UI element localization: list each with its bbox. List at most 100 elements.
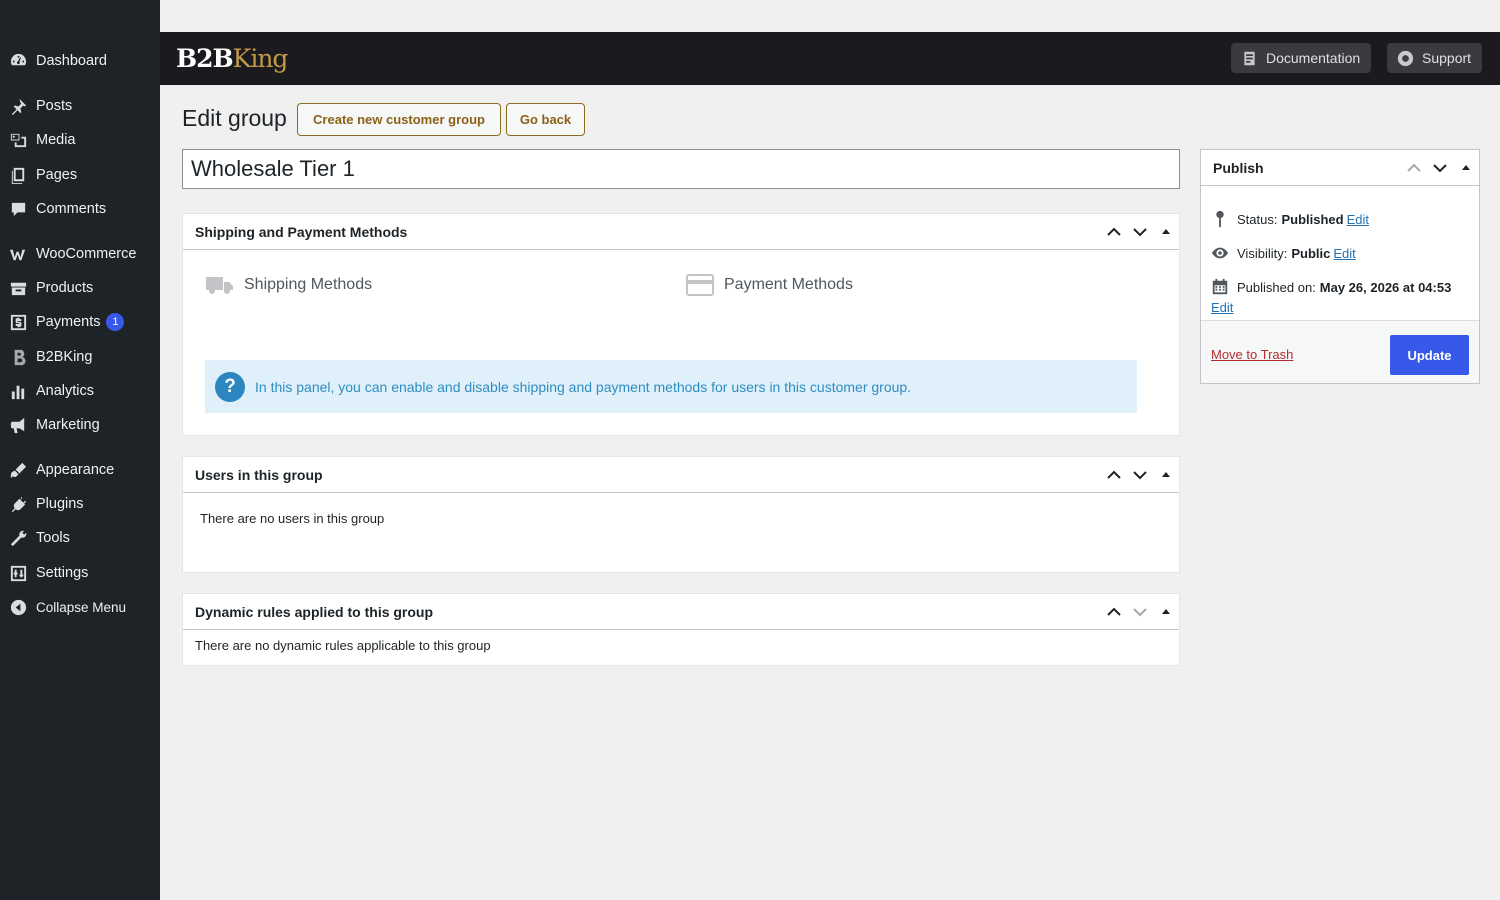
move-up-button[interactable] <box>1101 457 1127 493</box>
box-title: Users in this group <box>195 466 323 483</box>
caret-up-icon <box>1162 472 1170 477</box>
move-up-button[interactable] <box>1101 594 1127 630</box>
published-date: May 26, 2026 at 04:53 <box>1319 279 1452 295</box>
toggle-panel-button[interactable] <box>1153 214 1179 250</box>
notification-badge: 1 <box>106 313 125 331</box>
info-text: In this panel, you can enable and disabl… <box>255 378 912 395</box>
sidebar-collapse-menu[interactable]: Collapse Menu <box>0 590 160 624</box>
eye-icon <box>1211 247 1229 259</box>
support-button[interactable]: Support <box>1387 43 1483 73</box>
users-box: Users in this group There are no users i… <box>182 456 1180 573</box>
sidebar-item-b2bking[interactable]: B2BKing <box>0 340 160 374</box>
sidebar-item-label: Collapse Menu <box>36 599 127 615</box>
sidebar-item-pages[interactable]: Pages <box>0 158 160 192</box>
toggle-panel-button[interactable] <box>1153 457 1179 493</box>
sidebar-item-tools[interactable]: Tools <box>0 521 160 555</box>
move-down-button[interactable] <box>1127 457 1153 493</box>
move-up-button[interactable] <box>1401 150 1427 186</box>
sidebar-item-label: B2BKing <box>36 349 93 365</box>
sidebar-item-label: Media <box>36 132 76 148</box>
move-down-button[interactable] <box>1427 150 1453 186</box>
chevron-down-icon <box>1433 164 1447 173</box>
chevron-up-icon <box>1107 607 1121 616</box>
box-header: Shipping and Payment Methods <box>183 214 1179 250</box>
chevron-down-icon <box>1133 228 1147 237</box>
b2bking-icon <box>0 348 36 367</box>
sidebar-item-dashboard[interactable]: Dashboard <box>0 44 160 78</box>
sidebar-item-label: Products <box>36 280 94 296</box>
publish-actions: Move to Trash Update <box>1201 320 1479 383</box>
sidebar-item-plugins[interactable]: Plugins <box>0 487 160 521</box>
move-down-button[interactable] <box>1127 594 1153 630</box>
dynamic-rules-box: Dynamic rules applied to this group Ther… <box>182 593 1180 666</box>
plug-icon <box>0 495 36 514</box>
sidebar-item-label: Plugins <box>36 496 84 512</box>
sidebar-item-label: Analytics <box>36 383 95 399</box>
update-button[interactable]: Update <box>1390 335 1469 375</box>
publish-box: Publish Status: Published Edit Visibilit… <box>1200 149 1480 384</box>
toggle-panel-button[interactable] <box>1153 594 1179 630</box>
move-down-button[interactable] <box>1127 214 1153 250</box>
move-to-trash-link[interactable]: Move to Trash <box>1211 347 1293 362</box>
pin-icon <box>0 97 36 116</box>
sidebar-item-comments[interactable]: Comments <box>0 192 160 226</box>
caret-up-icon <box>1162 229 1170 234</box>
caret-up-icon <box>1162 609 1170 614</box>
pages-icon <box>0 166 36 185</box>
sidebar-item-analytics[interactable]: Analytics <box>0 374 160 408</box>
edit-status-link[interactable]: Edit <box>1347 212 1369 227</box>
status-value: Published <box>1281 211 1344 227</box>
create-customer-group-button[interactable]: Create new customer group <box>297 103 501 136</box>
plugin-header: B2B King Documentation Support <box>160 32 1500 85</box>
move-up-button[interactable] <box>1101 214 1127 250</box>
dashboard-icon <box>0 52 36 71</box>
sidebar-item-appearance[interactable]: Appearance <box>0 453 160 487</box>
document-icon <box>1244 51 1255 65</box>
calendar-icon <box>1212 278 1228 295</box>
lifebuoy-icon <box>1397 50 1414 66</box>
chevron-up-icon <box>1407 163 1421 172</box>
collapse-icon <box>0 598 36 617</box>
settings-icon <box>0 564 36 583</box>
sidebar-item-products[interactable]: Products <box>0 271 160 305</box>
archive-icon <box>0 279 36 298</box>
box-title: Dynamic rules applied to this group <box>195 603 434 620</box>
sidebar-item-label: Marketing <box>36 417 100 433</box>
documentation-button[interactable]: Documentation <box>1231 43 1372 73</box>
sidebar-item-label: Payments <box>36 314 101 330</box>
sidebar-item-label: Posts <box>36 98 73 114</box>
woocommerce-icon <box>0 245 36 264</box>
sidebar-item-marketing[interactable]: Marketing <box>0 408 160 442</box>
sidebar-item-woocommerce[interactable]: WooCommerce <box>0 237 160 271</box>
dollar-icon <box>0 313 36 332</box>
sidebar-item-payments[interactable]: Payments 1 <box>0 305 160 339</box>
chevron-up-icon <box>1107 227 1121 236</box>
payment-methods-tab[interactable]: Payment Methods <box>686 274 853 296</box>
box-header: Publish <box>1201 150 1479 186</box>
go-back-button[interactable]: Go back <box>506 103 585 136</box>
box-title: Publish <box>1213 159 1264 176</box>
empty-rules-message: There are no dynamic rules applicable to… <box>195 638 491 653</box>
status-row: Status: Published Edit <box>1211 210 1369 228</box>
sidebar-item-settings[interactable]: Settings <box>0 556 160 590</box>
shipping-methods-tab[interactable]: Shipping Methods <box>205 274 372 296</box>
edit-date-link[interactable]: Edit <box>1211 300 1233 315</box>
chevron-up-icon <box>1107 470 1121 479</box>
b2bking-logo: B2B King <box>176 44 288 73</box>
group-name-input[interactable] <box>182 149 1180 189</box>
sidebar-item-label: Appearance <box>36 462 115 478</box>
brush-icon <box>0 461 36 480</box>
toggle-panel-button[interactable] <box>1453 150 1479 186</box>
sidebar-item-label: Settings <box>36 565 89 581</box>
box-title: Shipping and Payment Methods <box>195 223 408 240</box>
bar-chart-icon <box>0 382 36 401</box>
sidebar-item-label: WooCommerce <box>36 246 137 262</box>
edit-visibility-link[interactable]: Edit <box>1333 246 1355 261</box>
media-icon <box>0 131 36 150</box>
box-header: Users in this group <box>183 457 1179 493</box>
pin-icon <box>1216 210 1224 228</box>
sidebar-item-posts[interactable]: Posts <box>0 89 160 123</box>
sidebar-item-media[interactable]: Media <box>0 123 160 157</box>
published-on-row: Published on: May 26, 2026 at 04:53 <box>1211 278 1451 296</box>
sidebar-item-label: Dashboard <box>36 53 107 69</box>
